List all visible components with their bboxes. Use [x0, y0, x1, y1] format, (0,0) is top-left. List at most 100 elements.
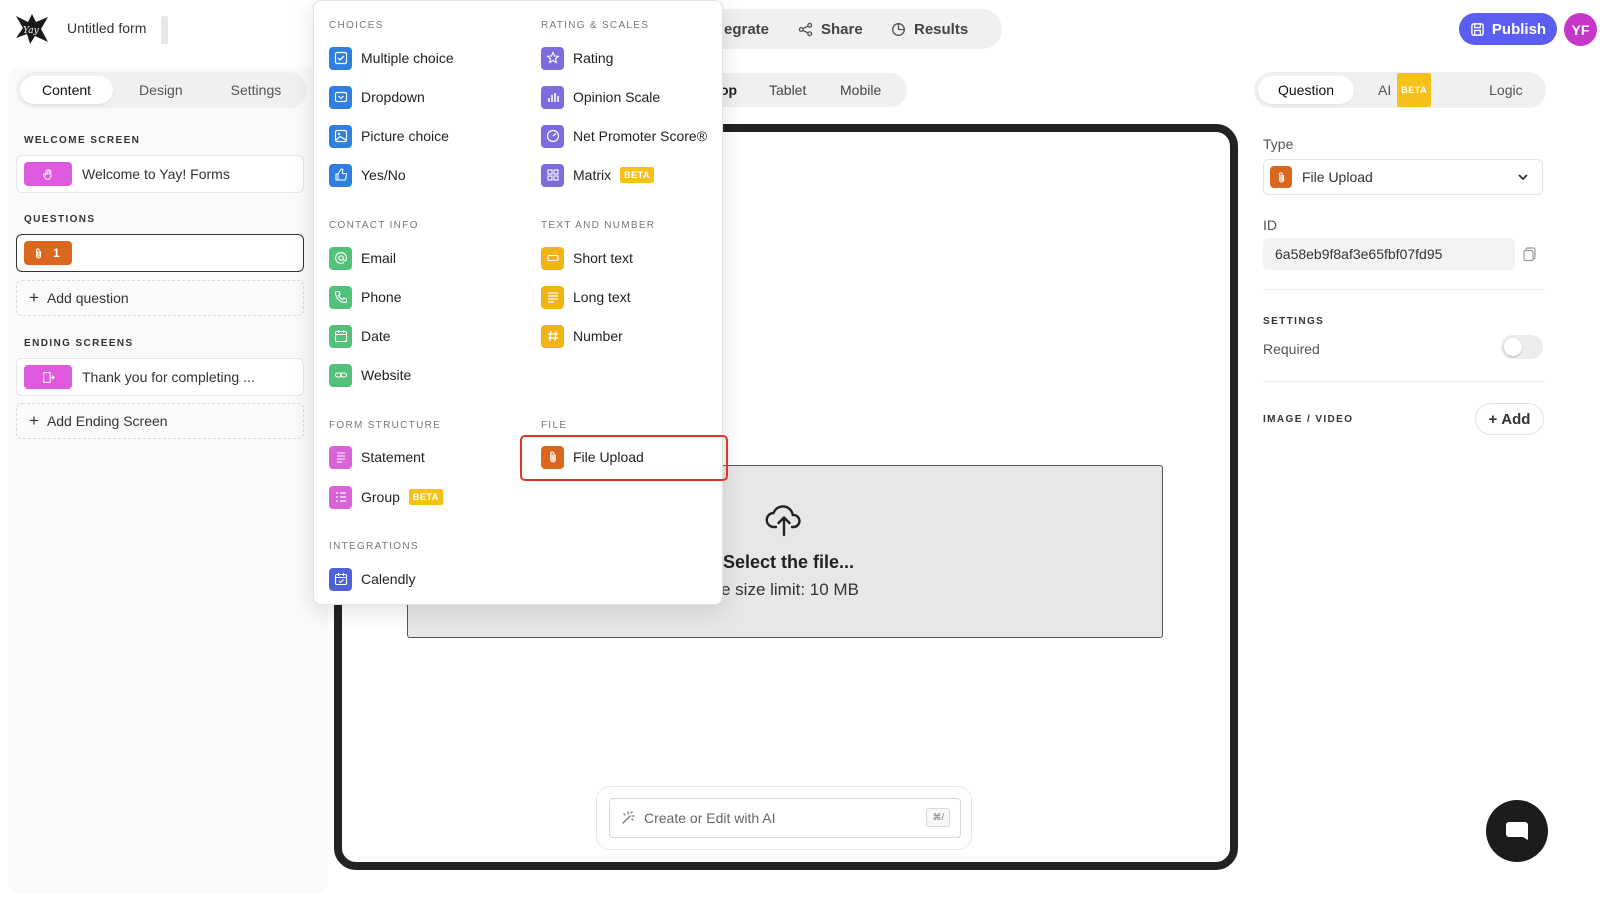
- menu-item-date[interactable]: Date: [329, 323, 391, 349]
- nav-share-label: Share: [821, 21, 863, 38]
- question-number: 1: [53, 246, 60, 260]
- chat-support-button[interactable]: [1486, 800, 1548, 862]
- plus-icon: +: [29, 288, 39, 307]
- magic-wand-icon: [622, 811, 635, 824]
- question-card-1[interactable]: 1: [16, 234, 304, 272]
- plus-icon: +: [29, 411, 39, 430]
- dropdown-icon: [329, 85, 352, 109]
- menu-item-phone[interactable]: Phone: [329, 284, 401, 310]
- short-text-icon: [541, 246, 564, 270]
- left-tabs: Content Design Settings: [16, 72, 308, 108]
- save-icon: [1471, 22, 1484, 36]
- nav-integrate-label: egrate: [724, 21, 770, 38]
- nav-integrate[interactable]: egrate: [724, 21, 769, 38]
- menu-item-label: Website: [361, 367, 412, 383]
- welcome-screen-card[interactable]: Welcome to Yay! Forms: [16, 155, 304, 193]
- right-tabs: Question AI BETA Logic: [1254, 72, 1546, 108]
- ending-screen-card[interactable]: Thank you for completing ...: [16, 358, 304, 396]
- menu-item-label: Opinion Scale: [573, 89, 661, 105]
- menu-item-label: Multiple choice: [361, 50, 454, 66]
- menu-item-label: Picture choice: [361, 128, 449, 144]
- copy-icon[interactable]: [1522, 246, 1538, 262]
- menu-item-nps[interactable]: Net Promoter Score®: [541, 123, 707, 149]
- add-ending-label: Add Ending Screen: [46, 413, 168, 429]
- question-id-field[interactable]: 6a58eb9f8af3e65fbf07fd95: [1263, 238, 1515, 270]
- image-icon: [329, 124, 352, 148]
- nav-share[interactable]: Share: [798, 21, 863, 38]
- paperclip-icon: [1270, 166, 1292, 188]
- device-mobile[interactable]: Mobile: [840, 82, 881, 98]
- menu-item-long-text[interactable]: Long text: [541, 284, 631, 310]
- settings-heading: SETTINGS: [1263, 316, 1325, 327]
- add-question-button[interactable]: + Add question: [16, 280, 304, 316]
- menu-item-multiple-choice[interactable]: Multiple choice: [329, 45, 454, 71]
- type-select[interactable]: File Upload: [1263, 159, 1543, 195]
- menu-item-label: Dropdown: [361, 89, 425, 105]
- menu-item-website[interactable]: Website: [329, 362, 411, 388]
- device-tablet[interactable]: Tablet: [769, 82, 806, 98]
- publish-button[interactable]: Publish: [1459, 13, 1557, 45]
- tab-settings[interactable]: Settings: [209, 76, 304, 104]
- results-icon: [892, 23, 905, 36]
- menu-item-yes-no[interactable]: Yes/No: [329, 162, 406, 188]
- file-upload-chip: 1: [24, 241, 72, 265]
- ending-chip: [24, 365, 72, 389]
- menu-heading-contact: CONTACT INFO: [329, 220, 419, 231]
- menu-item-short-text[interactable]: Short text: [541, 245, 633, 271]
- menu-heading-integrations: INTEGRATIONS: [329, 541, 419, 552]
- menu-item-label: Number: [573, 328, 623, 344]
- beta-badge: BETA: [408, 489, 443, 505]
- menu-item-matrix[interactable]: Matrix BETA: [541, 162, 654, 188]
- ai-shortcut-badge: ⌘/: [926, 808, 950, 827]
- menu-item-dropdown[interactable]: Dropdown: [329, 84, 425, 110]
- upload-title: Select the file...: [723, 552, 855, 572]
- questions-heading: QUESTIONS: [24, 214, 96, 225]
- required-toggle[interactable]: [1501, 335, 1543, 359]
- menu-item-calendly[interactable]: Calendly: [329, 566, 415, 592]
- menu-item-statement[interactable]: Statement: [329, 444, 425, 470]
- add-media-label: Add: [1501, 410, 1531, 428]
- nav-results-label: Results: [914, 21, 969, 38]
- publish-label: Publish: [1491, 20, 1547, 38]
- menu-item-picture-choice[interactable]: Picture choice: [329, 123, 449, 149]
- chevron-down-icon: [1518, 174, 1528, 181]
- menu-item-label: Group: [361, 489, 400, 505]
- upload-size-limit: e size limit: 10 MB: [721, 580, 859, 599]
- menu-item-rating[interactable]: Rating: [541, 45, 613, 71]
- menu-item-label: Email: [361, 250, 397, 266]
- tab-design[interactable]: Design: [117, 76, 205, 104]
- menu-item-opinion-scale[interactable]: Opinion Scale: [541, 84, 660, 110]
- add-question-label: Add question: [46, 290, 129, 306]
- statement-icon: [329, 445, 352, 469]
- menu-item-label: Calendly: [361, 571, 416, 587]
- yay-logo[interactable]: Yay: [14, 12, 50, 46]
- tab-ai[interactable]: AI BETA: [1358, 73, 1451, 107]
- form-title[interactable]: Untitled form: [67, 20, 146, 36]
- menu-item-email[interactable]: Email: [329, 245, 396, 271]
- checkbox-icon: [329, 46, 352, 70]
- add-ending-screen-button[interactable]: + Add Ending Screen: [16, 403, 304, 439]
- ai-input[interactable]: Create or Edit with AI ⌘/: [609, 798, 961, 838]
- link-icon: [329, 363, 352, 387]
- plus-icon: +: [1488, 410, 1498, 428]
- menu-item-group[interactable]: Group BETA: [329, 484, 443, 510]
- avatar[interactable]: YF: [1564, 13, 1597, 46]
- nav-results[interactable]: Results: [891, 21, 968, 38]
- menu-item-label: Net Promoter Score®: [573, 128, 708, 144]
- menu-item-number[interactable]: Number: [541, 323, 623, 349]
- hand-wave-icon: [42, 168, 51, 180]
- list-icon: [329, 485, 352, 509]
- chat-icon: [1506, 822, 1528, 840]
- gauge-icon: [541, 124, 564, 148]
- menu-item-label: Date: [361, 328, 391, 344]
- add-media-button[interactable]: + Add: [1475, 403, 1544, 435]
- welcome-item-label: Welcome to Yay! Forms: [82, 166, 230, 182]
- tab-content[interactable]: Content: [20, 76, 114, 104]
- divider: [1263, 381, 1545, 382]
- tab-question[interactable]: Question: [1258, 76, 1355, 104]
- menu-heading-text: TEXT AND NUMBER: [541, 220, 656, 231]
- id-label: ID: [1263, 217, 1277, 233]
- tab-logic[interactable]: Logic: [1469, 76, 1542, 104]
- grid-icon: [541, 163, 564, 187]
- at-sign-icon: [329, 246, 352, 270]
